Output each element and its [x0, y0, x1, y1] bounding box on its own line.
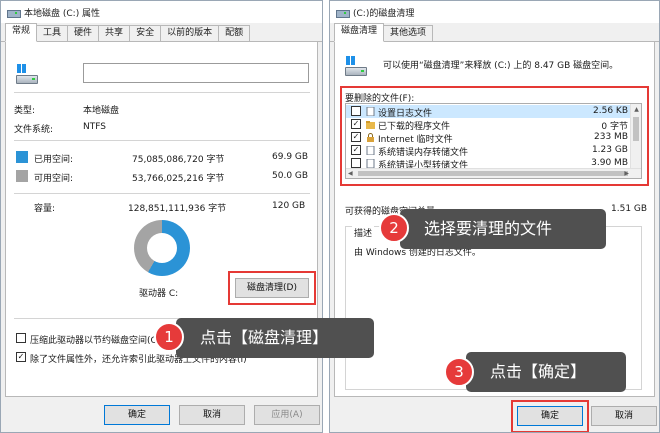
capacity-label: 容量: — [34, 204, 56, 214]
drive-label: 驱动器 C: — [139, 289, 179, 299]
scroll-left-icon[interactable]: ◀ — [348, 169, 353, 178]
divider — [14, 140, 310, 141]
tab-security[interactable]: 安全 — [129, 25, 162, 41]
scroll-thumb[interactable] — [633, 117, 639, 141]
ok-button[interactable]: 确定 — [104, 405, 170, 425]
file-size: 3.90 MB — [591, 158, 628, 168]
tab-more-options[interactable]: 其他选项 — [383, 25, 434, 41]
tab-strip: 常规 工具 硬件 共享 安全 以前的版本 配额 — [1, 23, 322, 42]
cancel-button[interactable]: 取消 — [179, 405, 245, 425]
apply-button[interactable]: 应用(A) — [254, 405, 320, 425]
file-row[interactable]: 设置日志文件 2.56 KB — [346, 105, 632, 119]
used-space-size: 69.9 GB — [272, 152, 309, 162]
file-row[interactable]: ✓ 已下载的程序文件 0 字节 — [346, 118, 632, 132]
ok-button[interactable]: 确定 — [517, 406, 583, 426]
file-size: 2.56 KB — [593, 106, 628, 116]
cancel-button[interactable]: 取消 — [591, 406, 657, 426]
type-label: 类型: — [14, 106, 36, 116]
free-space-bytes: 53,766,025,216 字节 — [132, 174, 225, 184]
folder-icon — [366, 121, 375, 129]
callout-step-3: 点击【确定】 — [466, 352, 626, 392]
tab-disk-cleanup[interactable]: 磁盘清理 — [334, 23, 385, 42]
tab-sharing[interactable]: 共享 — [98, 25, 131, 41]
step-badge-3: 3 — [444, 357, 474, 387]
callout-step-2: 选择要清理的文件 — [400, 209, 606, 249]
file-row[interactable]: ✓ Internet 临时文件 233 MB — [346, 131, 632, 145]
cleanup-app-icon — [336, 7, 350, 18]
free-space-label: 可用空间: — [34, 174, 74, 184]
divider — [14, 92, 310, 93]
file-checkbox[interactable]: ✓ — [351, 119, 361, 129]
total-space-value: 1.51 GB — [611, 204, 648, 214]
disk-usage-donut — [134, 220, 190, 276]
tab-general[interactable]: 常规 — [5, 23, 38, 42]
tab-quota[interactable]: 配额 — [218, 25, 251, 41]
type-value: 本地磁盘 — [83, 106, 120, 116]
drive-properties-window: 本地磁盘 (C:) 属性 常规 工具 硬件 共享 安全 以前的版本 配额 类型:… — [0, 0, 323, 433]
drive-name-input[interactable] — [83, 63, 309, 83]
drive-icon — [345, 56, 369, 78]
compress-label: 压缩此驱动器以节约磁盘空间(C) — [30, 336, 161, 346]
file-checkbox[interactable]: ✓ — [351, 132, 361, 142]
capacity-size: 120 GB — [272, 201, 306, 211]
file-checkbox[interactable] — [351, 106, 361, 116]
capacity-bytes: 128,851,111,936 字节 — [128, 204, 227, 214]
scroll-up-icon[interactable]: ▲ — [631, 104, 641, 115]
used-space-label: 已用空间: — [34, 155, 74, 165]
disk-cleanup-button[interactable]: 磁盘清理(D) — [235, 278, 309, 298]
description-label: 描述 — [352, 226, 375, 239]
index-checkbox[interactable]: ✓ — [16, 352, 26, 362]
used-space-bytes: 75,085,086,720 字节 — [132, 155, 225, 165]
files-to-delete-list[interactable]: 设置日志文件 2.56 KB ✓ 已下载的程序文件 0 字节 ✓ Interne… — [345, 103, 642, 179]
compress-checkbox[interactable] — [16, 333, 26, 343]
callout-step-1: 点击【磁盘清理】 — [176, 318, 374, 358]
lock-icon — [367, 133, 374, 142]
file-row[interactable]: ✓ 系统错误内存转储文件 1.23 GB — [346, 144, 632, 158]
file-checkbox[interactable]: ✓ — [351, 145, 361, 155]
filesystem-value: NTFS — [83, 122, 106, 132]
tab-strip: 磁盘清理 其他选项 — [330, 23, 659, 42]
tab-previous-versions[interactable]: 以前的版本 — [160, 25, 220, 41]
vertical-scrollbar[interactable]: ▲ ▼ — [630, 104, 641, 178]
window-title: 本地磁盘 (C:) 属性 — [24, 8, 101, 19]
file-icon — [366, 146, 375, 155]
drive-icon — [16, 64, 40, 86]
file-size: 233 MB — [594, 132, 628, 142]
horizontal-scrollbar[interactable]: ◀ ▶ — [346, 168, 641, 178]
title-bar: (C:)的磁盘清理 — [330, 1, 659, 23]
drive-icon — [7, 7, 21, 18]
window-title: (C:)的磁盘清理 — [353, 8, 415, 19]
used-space-swatch — [16, 151, 28, 163]
file-checkbox[interactable] — [351, 158, 361, 168]
file-size: 1.23 GB — [591, 145, 628, 155]
free-space-swatch — [16, 170, 28, 182]
tab-hardware[interactable]: 硬件 — [67, 25, 100, 41]
divider — [14, 193, 310, 194]
cleanup-info-text: 可以使用“磁盘清理”来释放 (C:) 上的 8.47 GB 磁盘空间。 — [383, 61, 619, 71]
free-space-size: 50.0 GB — [272, 171, 309, 181]
filesystem-label: 文件系统: — [14, 125, 54, 135]
step-badge-2: 2 — [379, 213, 409, 243]
file-icon — [366, 107, 375, 116]
scroll-right-icon[interactable]: ▶ — [624, 169, 629, 178]
title-bar: 本地磁盘 (C:) 属性 — [1, 1, 322, 23]
step-badge-1: 1 — [154, 322, 184, 352]
file-icon — [366, 159, 375, 168]
scroll-thumb[interactable] — [358, 171, 628, 176]
tab-tools[interactable]: 工具 — [36, 25, 69, 41]
